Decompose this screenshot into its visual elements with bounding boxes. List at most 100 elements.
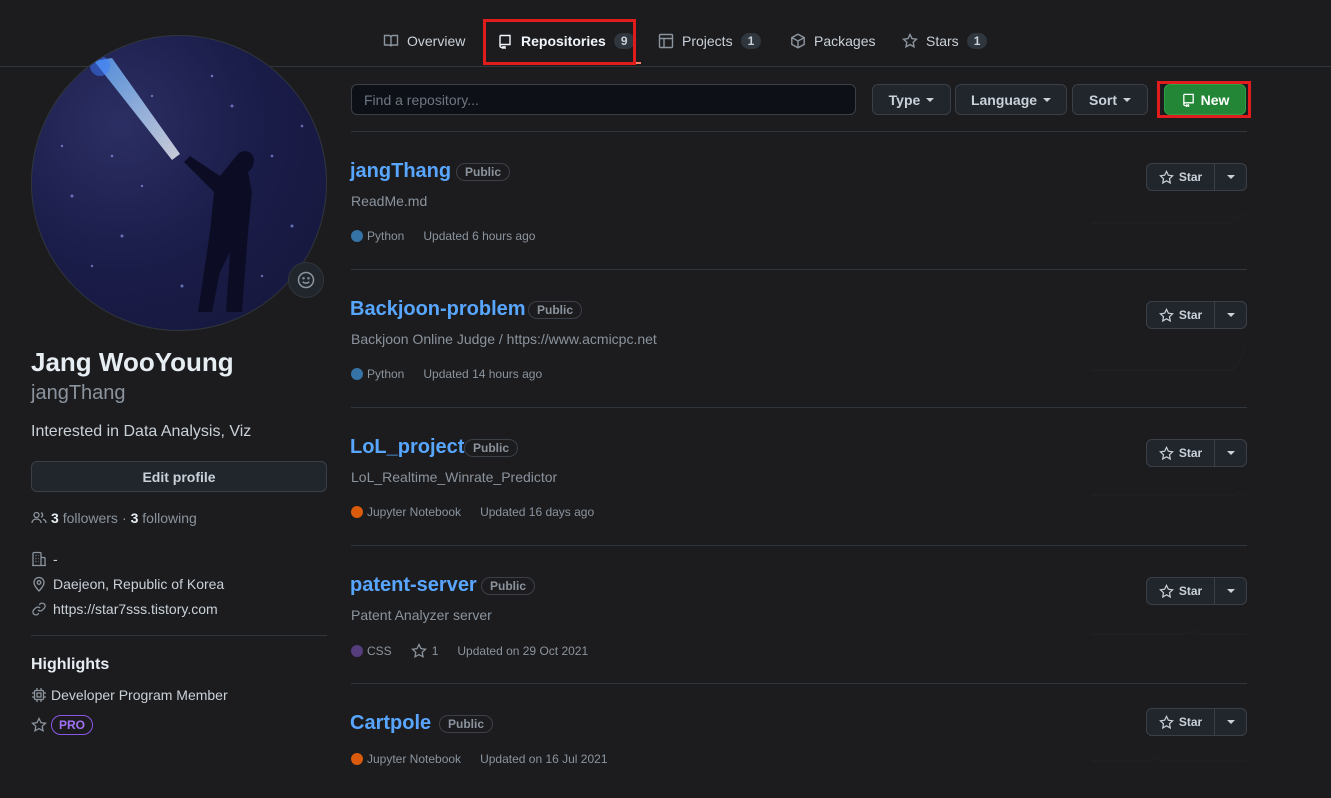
star-list-dropdown[interactable]	[1215, 164, 1246, 190]
star-icon	[1158, 169, 1174, 184]
location-text: Daejeon, Republic of Korea	[53, 576, 225, 592]
language-color-dot	[351, 230, 363, 242]
member-text[interactable]: Developer Program Member	[51, 687, 228, 703]
followers-count: 3	[51, 510, 59, 526]
repo-name-link[interactable]: LoL_project	[350, 436, 464, 459]
highlights-title: Highlights	[31, 656, 110, 673]
star-button-group: Star	[1146, 301, 1247, 329]
repo-updated: Updated on 16 Jul 2021	[480, 752, 608, 766]
following-count: 3	[130, 510, 139, 526]
visibility-badge: Public	[464, 439, 519, 457]
star-button[interactable]: Star	[1147, 440, 1215, 466]
tab-repositories[interactable]: Repositories 9	[491, 18, 640, 64]
repo-divider	[351, 683, 1247, 684]
repo-name-link[interactable]: jangThang	[350, 160, 451, 183]
star-button[interactable]: Star	[1147, 302, 1215, 328]
caret-down-icon	[1123, 97, 1131, 102]
repo-language: Python	[367, 229, 405, 243]
highlight-pro: PRO	[31, 715, 94, 735]
type-filter-label: Type	[888, 91, 921, 108]
star-button[interactable]: Star	[1147, 578, 1215, 604]
organization-icon	[32, 551, 46, 567]
visibility-badge: Public	[456, 163, 511, 181]
repo-star-count: 1	[431, 644, 439, 658]
repo-description: Patent Analyzer server	[351, 607, 492, 623]
link-icon	[32, 602, 46, 616]
star-button-group: Star	[1146, 577, 1247, 605]
star-button-group: Star	[1146, 439, 1247, 467]
tab-overview[interactable]: Overview	[383, 18, 465, 64]
tab-stars-count: 1	[966, 33, 988, 49]
star-icon	[1158, 307, 1174, 322]
smiley-icon	[297, 271, 315, 289]
star-list-dropdown[interactable]	[1215, 709, 1246, 735]
tab-overview-label: Overview	[407, 33, 466, 49]
tab-projects-count: 1	[740, 33, 762, 49]
follow-stats: 3 followers · 3 following	[31, 510, 197, 526]
profile-company: -	[31, 551, 58, 567]
star-icon	[31, 717, 47, 733]
star-icon	[902, 33, 918, 49]
language-color-dot	[351, 368, 363, 380]
repo-icon	[1182, 93, 1194, 107]
repo-name-link[interactable]: Cartpole	[350, 712, 431, 735]
language-color-dot	[351, 753, 363, 765]
new-repo-button[interactable]: New	[1164, 84, 1246, 115]
edit-profile-button[interactable]: Edit profile	[31, 461, 327, 492]
star-icon	[410, 643, 427, 659]
repo-language: Jupyter Notebook	[367, 752, 462, 766]
visibility-badge: Public	[439, 715, 494, 733]
repo-search-input[interactable]	[351, 84, 856, 115]
repo-updated: Updated 14 hours ago	[423, 367, 543, 381]
tab-repositories-label: Repositories	[521, 33, 606, 49]
repo-divider	[351, 545, 1247, 546]
repo-meta: Python Updated 6 hours ago	[351, 229, 535, 243]
repo-meta: CSS 1 Updated on 29 Oct 2021	[351, 643, 588, 659]
tab-stars[interactable]: Stars 1	[902, 18, 988, 64]
language-filter-button[interactable]: Language	[955, 84, 1067, 115]
list-top-rule	[351, 131, 1247, 132]
activity-sparkline	[1091, 491, 1246, 496]
star-label: Star	[1178, 715, 1203, 729]
star-button[interactable]: Star	[1147, 164, 1215, 190]
website-link[interactable]: https://star7sss.tistory.com	[53, 601, 218, 617]
sort-filter-button[interactable]: Sort	[1072, 84, 1148, 115]
repo-divider	[351, 269, 1247, 270]
type-filter-button[interactable]: Type	[872, 84, 951, 115]
avatar-image	[60, 56, 304, 312]
language-color-dot	[351, 506, 363, 518]
caret-down-icon	[1226, 589, 1235, 593]
repo-name-link[interactable]: Backjoon-problem	[350, 298, 526, 321]
star-label: Star	[1178, 170, 1203, 184]
pro-badge[interactable]: PRO	[51, 715, 94, 735]
star-icon	[1158, 714, 1174, 729]
star-list-dropdown[interactable]	[1215, 578, 1246, 604]
avatar[interactable]	[31, 35, 327, 331]
repo-updated: Updated 6 hours ago	[423, 229, 536, 243]
profile-location: Daejeon, Republic of Korea	[31, 576, 224, 592]
followers-link[interactable]: 3 followers	[51, 510, 118, 526]
tab-projects[interactable]: Projects 1	[658, 18, 762, 64]
set-status-button[interactable]	[288, 262, 324, 298]
star-button-group: Star	[1146, 708, 1247, 736]
table-icon	[658, 33, 674, 49]
visibility-badge: Public	[528, 301, 583, 319]
tab-packages[interactable]: Packages	[790, 18, 875, 64]
book-icon	[383, 34, 399, 47]
location-icon	[33, 576, 45, 592]
repo-stargazers-link[interactable]: 1	[410, 643, 439, 659]
star-button[interactable]: Star	[1147, 709, 1215, 735]
new-repo-label: New	[1200, 91, 1230, 108]
repo-name-link[interactable]: patent-server	[350, 574, 477, 597]
repo-description: ReadMe.md	[351, 193, 428, 209]
tab-stars-label: Stars	[926, 33, 959, 49]
star-list-dropdown[interactable]	[1215, 302, 1246, 328]
caret-down-icon	[1226, 175, 1235, 179]
star-button-group: Star	[1146, 163, 1247, 191]
star-list-dropdown[interactable]	[1215, 440, 1246, 466]
following-link[interactable]: 3 following	[131, 510, 197, 526]
star-label: Star	[1178, 308, 1203, 322]
cpu-icon	[32, 688, 46, 702]
following-label: following	[142, 510, 197, 526]
profile-username: jangThang	[31, 382, 126, 404]
